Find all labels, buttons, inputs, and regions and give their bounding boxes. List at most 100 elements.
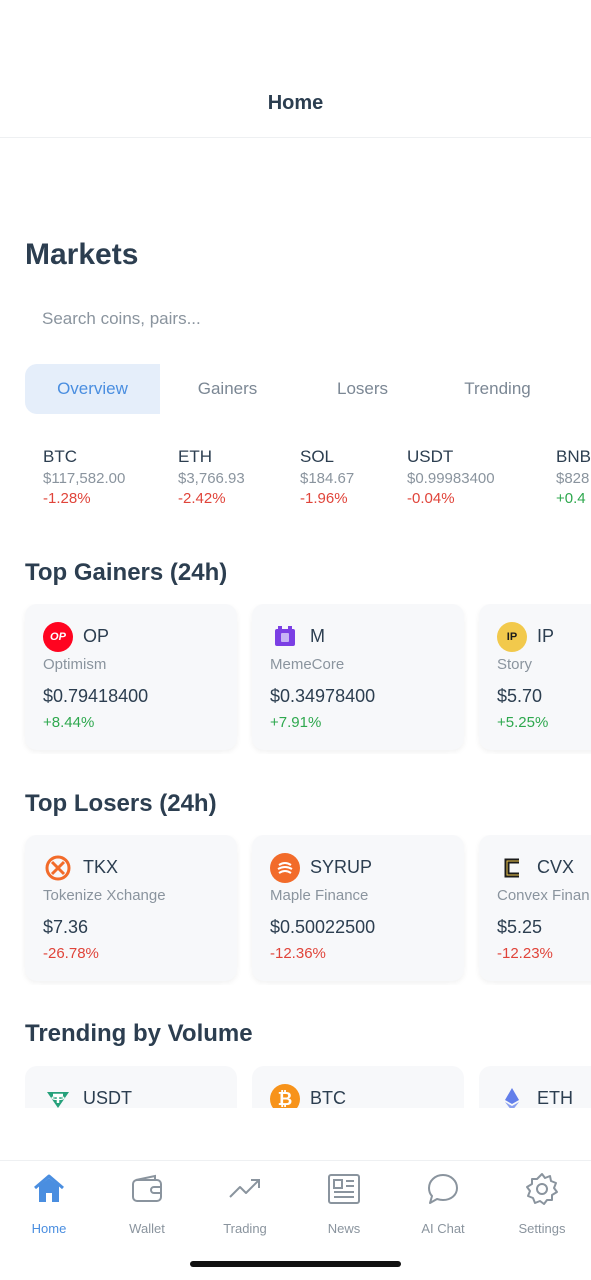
coin-card[interactable]: ETH	[479, 1066, 591, 1108]
coin-name: Convex Finan	[497, 887, 590, 904]
tether-icon	[43, 1084, 73, 1108]
trending-up-icon	[229, 1179, 260, 1198]
page-title: Markets	[25, 238, 139, 271]
coin-change: -12.36%	[270, 945, 326, 962]
wallet-icon	[132, 1174, 162, 1202]
coin-name: MemeCore	[270, 656, 345, 673]
coin-card[interactable]: M MemeCore $0.34978400 +7.91%	[252, 604, 464, 750]
chat-bubble-icon	[428, 1174, 458, 1204]
coin-card[interactable]: SYRUP Maple Finance $0.50022500 -12.36%	[252, 835, 464, 981]
coin-symbol: USDT	[83, 1088, 132, 1108]
top-gainers-title: Top Gainers (24h)	[25, 559, 228, 586]
coin-symbol: SYRUP	[310, 857, 373, 877]
ticker-change: -0.04%	[407, 490, 455, 507]
nav-ai-chat[interactable]: AI Chat	[394, 1161, 492, 1241]
market-tabs: Overview Gainers Losers Trending	[25, 364, 565, 414]
ethereum-icon	[497, 1084, 527, 1108]
coin-symbol: M	[310, 626, 325, 646]
coin-name: Maple Finance	[270, 887, 369, 904]
coin-card[interactable]: IP IP Story $5.70 +5.25%	[479, 604, 591, 750]
coin-symbol: ETH	[537, 1088, 573, 1108]
ticker-price: $0.99983400	[407, 470, 495, 487]
coin-change: +8.44%	[43, 714, 95, 731]
price-ticker[interactable]: BTC $117,582.00 -1.28% ETH $3,766.93 -2.…	[0, 446, 591, 516]
nav-news[interactable]: News	[295, 1161, 393, 1241]
coin-card[interactable]: USDT	[25, 1066, 237, 1108]
coin-price: $0.79418400	[43, 686, 149, 706]
ticker-symbol: ETH	[178, 447, 212, 466]
coin-name: Story	[497, 656, 533, 673]
ticker-item[interactable]: BTC $117,582.00 -1.28%	[43, 446, 125, 508]
coin-symbol: CVX	[537, 857, 575, 877]
convex-icon	[497, 853, 527, 883]
nav-label: Settings	[518, 1221, 566, 1236]
coin-card[interactable]: TKX Tokenize Xchange $7.36 -26.78%	[25, 835, 237, 981]
ticker-symbol: BNB	[556, 447, 591, 466]
trending-title: Trending by Volume	[25, 1020, 253, 1047]
ticker-change: +0.4	[556, 490, 586, 507]
coin-name: Tokenize Xchange	[43, 887, 166, 904]
ticker-change: -1.28%	[43, 490, 91, 507]
story-icon: IP	[497, 622, 527, 652]
ticker-item[interactable]: ETH $3,766.93 -2.42%	[178, 446, 245, 508]
ticker-price: $828	[556, 470, 590, 487]
app-header: Home	[0, 0, 591, 138]
nav-home[interactable]: Home	[0, 1161, 98, 1241]
home-icon	[34, 1174, 64, 1202]
nav-settings[interactable]: Settings	[493, 1161, 591, 1241]
coin-card[interactable]: ₿ BTC	[252, 1066, 464, 1108]
nav-label: Home	[31, 1221, 67, 1236]
newspaper-icon	[328, 1174, 360, 1204]
ticker-symbol: BTC	[43, 447, 77, 466]
top-gainers-row[interactable]: OP OP Optimism $0.79418400 +8.44% M Meme…	[0, 604, 591, 754]
ticker-price: $184.67	[300, 470, 355, 487]
top-losers-row[interactable]: TKX Tokenize Xchange $7.36 -26.78% SYRUP…	[0, 835, 591, 985]
home-indicator	[190, 1261, 401, 1267]
coin-change: +7.91%	[270, 714, 322, 731]
ticker-item[interactable]: SOL $184.67 -1.96%	[300, 446, 354, 508]
header-title: Home	[267, 92, 324, 114]
coin-price: $7.36	[43, 917, 89, 937]
ticker-item[interactable]: USDT $0.99983400 -0.04%	[407, 446, 495, 508]
coin-change: -26.78%	[43, 945, 99, 962]
ticker-symbol: USDT	[407, 447, 454, 466]
nav-label: Wallet	[129, 1221, 165, 1236]
coin-symbol: BTC	[310, 1088, 346, 1108]
coin-card[interactable]: OP OP Optimism $0.79418400 +8.44%	[25, 604, 237, 750]
coin-symbol: IP	[537, 626, 555, 646]
tab-losers[interactable]: Losers	[295, 364, 430, 414]
nav-wallet[interactable]: Wallet	[98, 1161, 196, 1241]
tab-trending[interactable]: Trending	[430, 364, 565, 414]
ticker-price: $3,766.93	[178, 470, 245, 487]
search-input[interactable]	[25, 300, 565, 338]
coin-symbol: TKX	[83, 857, 119, 877]
coin-price: $0.50022500	[270, 917, 376, 937]
coin-price: $0.34978400	[270, 686, 376, 706]
tab-overview[interactable]: Overview	[25, 364, 160, 414]
coin-symbol: OP	[83, 626, 110, 646]
memecore-icon	[270, 622, 300, 652]
trending-row[interactable]: USDT ₿ BTC ETH	[0, 1066, 591, 1108]
ticker-change: -2.42%	[178, 490, 226, 507]
nav-label: News	[327, 1221, 361, 1236]
tab-gainers[interactable]: Gainers	[160, 364, 295, 414]
ticker-symbol: SOL	[300, 447, 335, 466]
coin-change: -12.23%	[497, 945, 553, 962]
coin-price: $5.25	[497, 917, 543, 937]
coin-change: +5.25%	[497, 714, 549, 731]
nav-trading[interactable]: Trading	[196, 1161, 294, 1241]
optimism-icon: OP	[43, 622, 73, 652]
bitcoin-icon: ₿	[270, 1084, 300, 1108]
coin-card[interactable]: CVX Convex Finan $5.25 -12.23%	[479, 835, 591, 981]
gear-icon	[526, 1173, 558, 1205]
nav-label: AI Chat	[421, 1221, 465, 1236]
coin-price: $5.70	[497, 686, 543, 706]
ticker-price: $117,582.00	[43, 470, 126, 487]
maple-icon	[270, 853, 300, 883]
coin-name: Optimism	[43, 656, 107, 673]
ticker-change: -1.96%	[300, 490, 348, 507]
nav-label: Trading	[223, 1221, 267, 1236]
top-losers-title: Top Losers (24h)	[25, 790, 217, 817]
ticker-item[interactable]: BNB $828 +0.4	[556, 446, 591, 508]
tokenize-icon	[43, 853, 73, 883]
